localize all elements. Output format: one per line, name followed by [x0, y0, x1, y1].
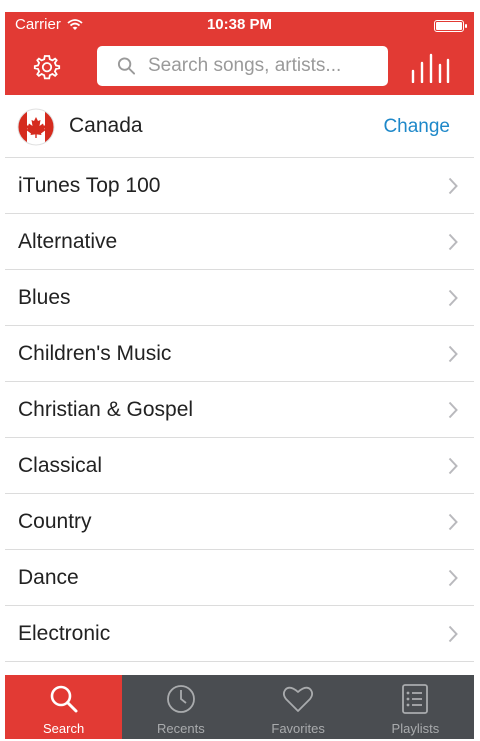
- genre-label: Blues: [18, 286, 71, 309]
- genre-label: Alternative: [18, 230, 118, 253]
- chevron-right-icon: [448, 177, 458, 195]
- chevron-right-icon: [448, 625, 458, 643]
- search-icon: [50, 685, 78, 713]
- chevron-right-icon: [448, 569, 458, 587]
- app-screen: Carrier 10:38 PM Search songs, artists..…: [5, 12, 474, 739]
- chevron-right-icon: [448, 401, 458, 419]
- chevron-right-icon: [448, 233, 458, 251]
- header-bar: Carrier 10:38 PM: [5, 12, 474, 95]
- country-name: Canada: [69, 114, 143, 137]
- genre-list-item[interactable]: Country: [5, 494, 474, 550]
- clock-time: 10:38 PM: [206, 16, 273, 33]
- genre-list-item[interactable]: Alternative: [5, 214, 474, 270]
- list-icon: [402, 684, 429, 714]
- tab-recents[interactable]: Recents: [122, 675, 239, 739]
- genre-list-item[interactable]: Christian & Gospel: [5, 382, 474, 438]
- country-selector: Canada Change: [5, 95, 474, 158]
- genre-label: Electronic: [18, 622, 111, 645]
- change-country-button[interactable]: Change: [383, 116, 450, 138]
- genre-label: Classical: [18, 454, 103, 477]
- chevron-right-icon: [448, 345, 458, 363]
- tab-search[interactable]: Search: [5, 675, 123, 739]
- tab-label: Favorites: [271, 721, 325, 736]
- chevron-right-icon: [448, 457, 458, 475]
- search-input[interactable]: [148, 55, 388, 77]
- genre-list-item[interactable]: Classical: [5, 438, 474, 494]
- tab-label: Playlists: [391, 721, 440, 736]
- genre-list-item[interactable]: Blues: [5, 270, 474, 326]
- genre-list: iTunes Top 100 Alternative Blues Children's…: [5, 158, 474, 662]
- battery-icon: [434, 20, 467, 32]
- gear-icon[interactable]: [33, 53, 61, 81]
- chevron-right-icon: [448, 289, 458, 307]
- genre-label: Christian & Gospel: [18, 398, 194, 421]
- genre-list-item[interactable]: Electronic: [5, 606, 474, 662]
- genre-label: iTunes Top 100: [18, 174, 161, 197]
- chevron-right-icon: [448, 513, 458, 531]
- search-icon: [117, 57, 136, 75]
- heart-icon: [283, 686, 314, 712]
- search-bar[interactable]: [97, 46, 388, 86]
- genre-list-item[interactable]: Children's Music: [5, 326, 474, 382]
- tab-label: Search: [43, 721, 85, 736]
- genre-label: Children's Music: [18, 342, 172, 365]
- tab-label: Recents: [157, 721, 205, 736]
- tab-playlists[interactable]: Playlists: [357, 675, 474, 739]
- clock-icon: [166, 685, 195, 713]
- genre-list-item[interactable]: Dance: [5, 550, 474, 606]
- status-bar: Carrier 10:38 PM: [5, 12, 474, 40]
- tab-bar: Search Recents Favorites Playlists: [5, 675, 474, 739]
- tab-favorites[interactable]: Favorites: [240, 675, 357, 739]
- equalizer-icon[interactable]: [410, 53, 450, 83]
- genre-label: Country: [18, 510, 92, 533]
- canada-flag-icon: [17, 108, 55, 146]
- genre-label: Dance: [18, 566, 79, 589]
- genre-list-item[interactable]: iTunes Top 100: [5, 158, 474, 214]
